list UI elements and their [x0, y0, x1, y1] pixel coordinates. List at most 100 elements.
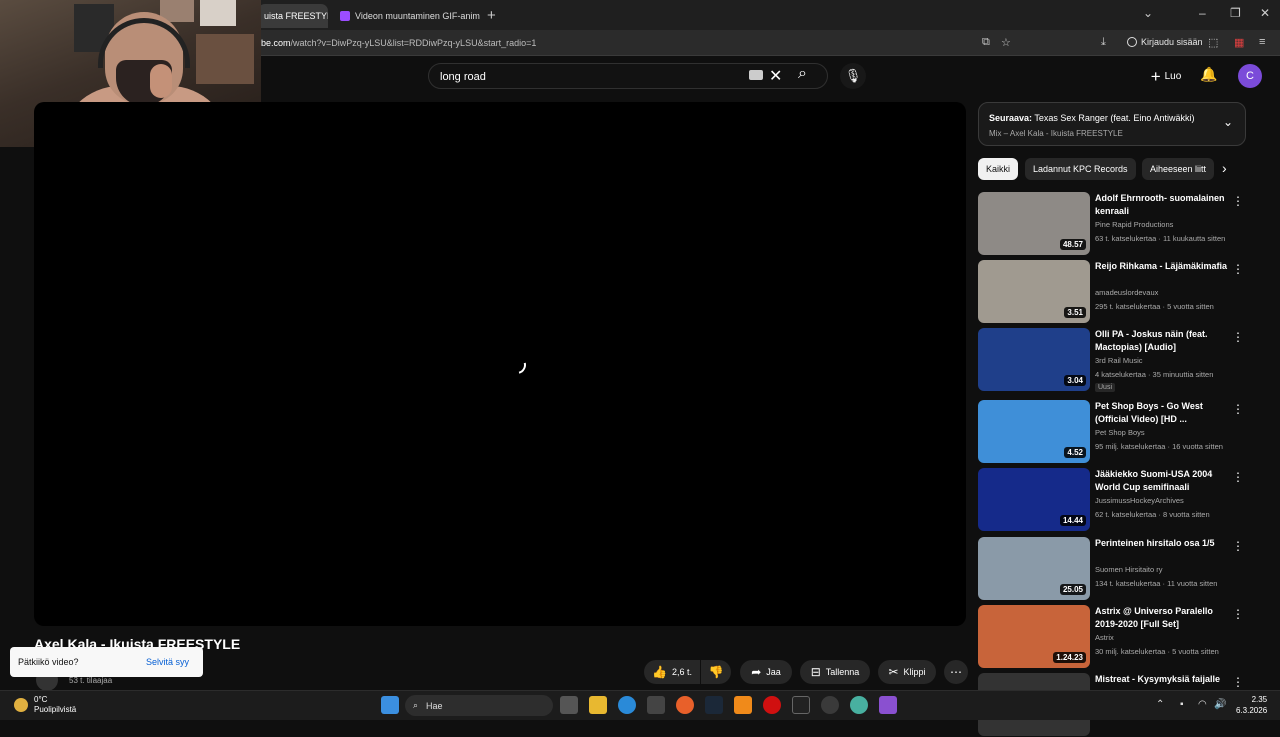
edge-icon[interactable]	[618, 696, 636, 714]
like-button[interactable]: 👍 2,6 t.	[644, 660, 700, 684]
channel-name[interactable]: JussimussHockeyArchives	[1095, 496, 1184, 505]
more-options-icon[interactable]: ⋮	[1232, 607, 1244, 621]
extension-badge-icon[interactable]: ▦	[1234, 36, 1244, 49]
video-thumbnail[interactable]: 3.04	[978, 328, 1090, 391]
recommendation-item[interactable]: 25.05 Perinteinen hirsitalo osa 1/5 Suomen…	[978, 537, 1246, 601]
file-explorer-icon[interactable]	[589, 696, 607, 714]
vlc-icon[interactable]	[734, 696, 752, 714]
firefox-icon[interactable]	[676, 696, 694, 714]
more-actions-button[interactable]: ⋯	[944, 660, 968, 684]
volume-icon[interactable]: 🔊	[1214, 699, 1226, 710]
tab-youtube[interactable]: uista FREESTYL ✕	[258, 4, 328, 28]
video-thumbnail[interactable]: 14.44	[978, 468, 1090, 531]
video-thumbnail[interactable]: 3.51	[978, 260, 1090, 323]
recommendation-title[interactable]: Olli PA - Joskus näin (feat. Mactopias) …	[1095, 328, 1231, 354]
more-options-icon[interactable]: ⋮	[1232, 330, 1244, 344]
view-meta: 4 katselukertaa · 35 minuuttia sitten	[1095, 370, 1214, 379]
recommendation-title[interactable]: Reijo Rihkama - Läjämäkimafia	[1095, 260, 1231, 273]
upnext-panel[interactable]: Seuraava: Texas Sex Ranger (feat. Eino A…	[978, 102, 1246, 146]
store-icon[interactable]	[647, 696, 665, 714]
wifi-icon[interactable]: ◠	[1198, 699, 1207, 710]
app-icon[interactable]	[879, 696, 897, 714]
video-thumbnail[interactable]: 4.52	[978, 400, 1090, 463]
url-field[interactable]: be.com/watch?v=DiwPzq-yLSU&list=RDDiwPzq…	[261, 38, 536, 48]
extensions-icon[interactable]: ⬚	[1208, 36, 1218, 49]
more-options-icon[interactable]: ⋮	[1232, 262, 1244, 276]
more-options-icon[interactable]: ⋮	[1232, 194, 1244, 208]
download-icon[interactable]: ⤓	[1101, 36, 1106, 49]
windows-start-icon[interactable]	[381, 696, 399, 714]
more-options-icon[interactable]: ⋮	[1232, 675, 1244, 689]
maximize-icon[interactable]: ❐	[1230, 6, 1241, 20]
tab-gif-converter[interactable]: Videon muuntaminen GIF-anim ✕	[334, 4, 484, 28]
recommendation-title[interactable]: Adolf Ehrnrooth- suomalainen kenraali	[1095, 192, 1231, 218]
search-icon[interactable]: ⌕	[798, 65, 807, 83]
task-view-icon[interactable]	[560, 696, 578, 714]
opera-icon[interactable]	[763, 696, 781, 714]
weather-widget[interactable]: 0°C Puolipilvistä	[14, 695, 76, 715]
clear-search-icon[interactable]: ✕	[769, 66, 782, 86]
chip-all[interactable]: Kaikki	[978, 158, 1019, 180]
toast-question: Pätkiikö video?	[18, 657, 79, 667]
chip-uploader[interactable]: Ladannut KPC Records	[1025, 158, 1136, 180]
recommendation-item[interactable]: 14.44 Jääkiekko Suomi-USA 2004 World Cup …	[978, 468, 1246, 532]
microphone-icon[interactable]: 🎙	[840, 63, 866, 89]
notifications-bell-icon[interactable]: 🔔	[1200, 66, 1217, 83]
steam-icon[interactable]	[705, 696, 723, 714]
system-clock[interactable]: 2.35 6.3.2026	[1236, 694, 1267, 716]
new-tab-icon[interactable]: +	[487, 7, 496, 24]
video-thumbnail[interactable]: 48.57	[978, 192, 1090, 255]
close-window-icon[interactable]: ✕	[1260, 6, 1270, 20]
windows-taskbar: 0°C Puolipilvistä ⌕ Hae ⌃ ▪ ◠ 🔊 2.35 6.3.20…	[0, 690, 1280, 720]
recommendation-title[interactable]: Astrix @ Universo Paralello 2019-2020 [F…	[1095, 605, 1231, 631]
save-button[interactable]: ⊟ Tallenna	[800, 660, 870, 684]
channel-name[interactable]: Pine Rapid Productions	[1095, 220, 1173, 229]
search-input[interactable]: long road	[440, 71, 486, 83]
recommendation-item[interactable]: 48.57 Adolf Ehrnrooth- suomalainen kenraa…	[978, 192, 1246, 256]
create-button[interactable]: + Luo	[1140, 63, 1192, 89]
recommendation-item[interactable]: 4.52 Pet Shop Boys - Go West (Official Vi…	[978, 400, 1246, 464]
channel-name[interactable]: Astrix	[1095, 633, 1114, 642]
minimize-icon[interactable]: –	[1199, 6, 1206, 20]
keyboard-icon[interactable]	[749, 70, 763, 80]
terminal-icon[interactable]	[792, 696, 810, 714]
tray-app-icon[interactable]: ▪	[1180, 699, 1184, 710]
tray-chevron-up-icon[interactable]: ⌃	[1156, 699, 1164, 710]
share-button[interactable]: ➦ Jaa	[740, 660, 792, 684]
recommendation-title[interactable]: Jääkiekko Suomi-USA 2004 World Cup semif…	[1095, 468, 1231, 494]
bookmark-star-icon[interactable]: ☆	[1001, 36, 1011, 49]
video-player[interactable]	[34, 102, 966, 626]
channel-name[interactable]: amadeuslordevaux	[1095, 288, 1158, 297]
recommendation-item[interactable]: 3.04 Olli PA - Joskus näin (feat. Mactopi…	[978, 328, 1246, 392]
install-app-icon[interactable]: ⧉	[982, 36, 990, 49]
search-box[interactable]: long road ✕ ⌕	[428, 63, 828, 89]
video-thumbnail[interactable]: 25.05	[978, 537, 1090, 600]
recommendation-item[interactable]: 3.51 Reijo Rihkama - Läjämäkimafia amadeus…	[978, 260, 1246, 324]
recommendation-title[interactable]: Perinteinen hirsitalo osa 1/5	[1095, 537, 1231, 550]
settings-gear-icon[interactable]	[821, 696, 839, 714]
avatar[interactable]: C	[1238, 64, 1262, 88]
more-options-icon[interactable]: ⋮	[1232, 402, 1244, 416]
recommendation-title[interactable]: Pet Shop Boys - Go West (Official Video)…	[1095, 400, 1231, 426]
channel-name[interactable]: 3rd Rail Music	[1095, 356, 1143, 365]
dislike-button[interactable]: 👎	[701, 660, 731, 684]
toast-action-link[interactable]: Selvitä syy	[146, 657, 189, 667]
channel-name[interactable]: Pet Shop Boys	[1095, 428, 1145, 437]
browser-menu-icon[interactable]: ≡	[1259, 36, 1265, 48]
chevron-right-icon[interactable]: ›	[1222, 160, 1227, 176]
duration-badge: 1.24.23	[1053, 652, 1086, 663]
signin-button[interactable]: Kirjaudu sisään	[1127, 37, 1203, 47]
app-icon[interactable]	[850, 696, 868, 714]
taskbar-search[interactable]: ⌕ Hae	[405, 695, 553, 716]
signin-label: Kirjaudu sisään	[1141, 37, 1203, 47]
chip-related[interactable]: Aiheeseen liitt	[1142, 158, 1214, 180]
recommendation-title[interactable]: Mistreat - Kysymyksiä faijalle	[1095, 673, 1231, 686]
tab-list-chevron-icon[interactable]: ⌄	[1143, 6, 1153, 20]
chevron-down-icon[interactable]: ⌄	[1223, 115, 1233, 129]
clip-button[interactable]: ✂ Klippi	[878, 660, 936, 684]
more-options-icon[interactable]: ⋮	[1232, 470, 1244, 484]
recommendation-item[interactable]: 1.24.23 Astrix @ Universo Paralello 2019-…	[978, 605, 1246, 669]
video-thumbnail[interactable]: 1.24.23	[978, 605, 1090, 668]
channel-name[interactable]: Suomen Hirsitaito ry	[1095, 565, 1163, 574]
more-options-icon[interactable]: ⋮	[1232, 539, 1244, 553]
